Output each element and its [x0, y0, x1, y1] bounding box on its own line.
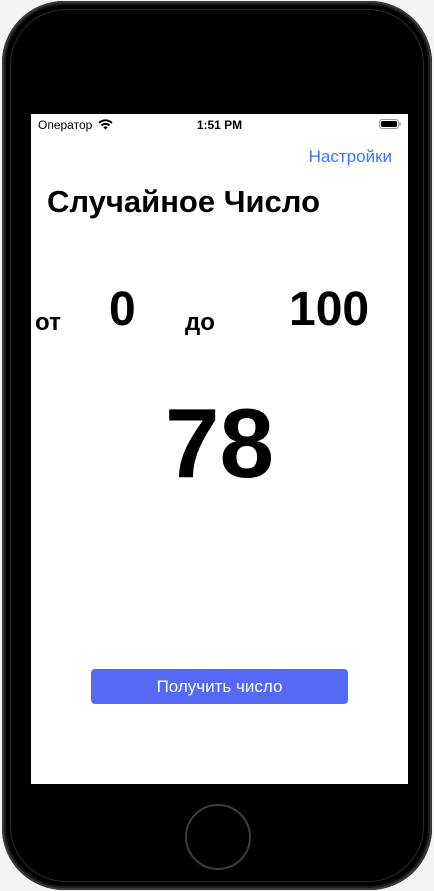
home-button[interactable] — [185, 804, 251, 870]
random-number-result: 78 — [164, 388, 274, 498]
status-bar: Оператор 1:51 PM — [31, 114, 408, 134]
range-to-label: до — [185, 309, 215, 336]
range-max-value: 100 — [289, 283, 370, 336]
simulator-background: Оператор 1:51 PM Настройки Случайное Чис… — [0, 0, 434, 891]
get-number-button[interactable]: Получить число — [91, 669, 348, 704]
battery-icon — [379, 119, 401, 129]
page-title: Случайное Число — [47, 184, 321, 219]
settings-button[interactable]: Настройки — [309, 147, 392, 167]
phone-frame: Оператор 1:51 PM Настройки Случайное Чис… — [2, 1, 432, 890]
app-screen: Оператор 1:51 PM Настройки Случайное Чис… — [31, 114, 408, 784]
range-from-label: от — [35, 309, 61, 336]
range-min-value: 0 — [109, 283, 136, 336]
status-time: 1:51 PM — [196, 118, 243, 132]
